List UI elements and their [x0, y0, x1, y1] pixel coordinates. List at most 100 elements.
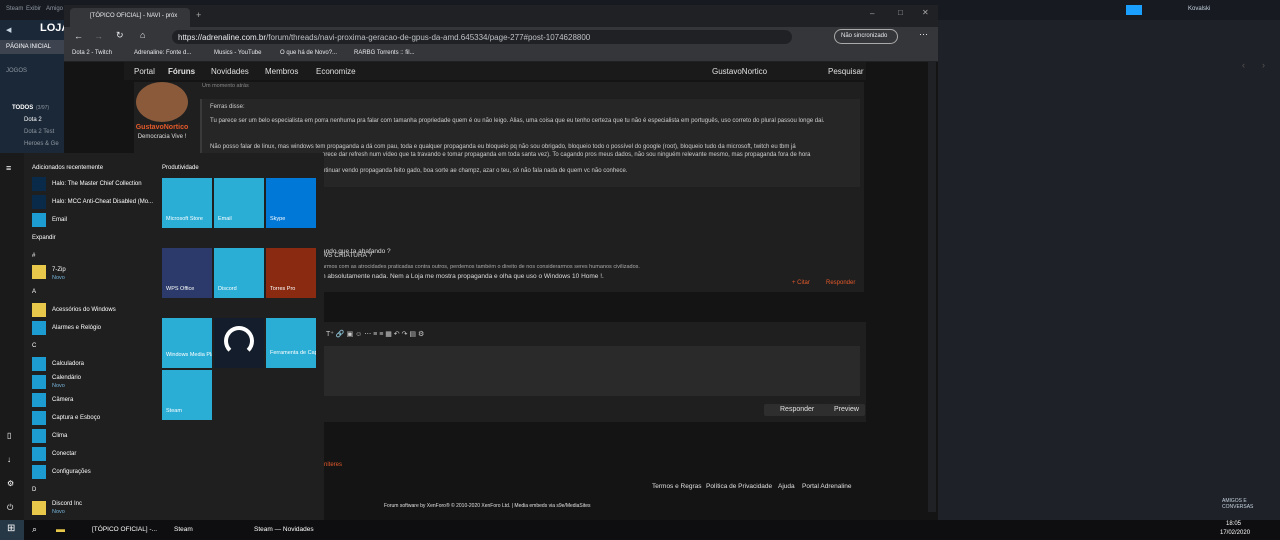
group-header[interactable]: C — [32, 343, 36, 349]
hamburger-icon[interactable]: ≡ — [6, 163, 11, 173]
back-arrow-icon[interactable]: ← — [74, 31, 83, 41]
documents-icon[interactable]: ▯ — [7, 431, 11, 440]
downloads-icon[interactable]: ↓ — [7, 455, 11, 464]
more-threads-link[interactable]: niteres — [324, 462, 342, 468]
steam-menu-steam[interactable]: Steam — [6, 6, 23, 12]
app-item[interactable]: Calendário — [52, 375, 81, 381]
favorite-link[interactable]: Musics - YouTube — [214, 50, 261, 56]
reply-post-button[interactable]: Responder — [826, 280, 855, 286]
footer-link[interactable]: Portal Adrenaline — [802, 483, 852, 490]
maximize-icon[interactable]: □ — [898, 8, 903, 17]
tile-wps-office[interactable]: WPS Office — [162, 248, 212, 298]
steam-all-label[interactable]: TODOS — [12, 105, 33, 111]
taskbar: ⊞ ⌕ ▬ [TÓPICO OFICIAL] -... Steam Steam … — [0, 520, 1280, 540]
tile-snipping-tool[interactable]: Ferramenta de Captura — [266, 318, 316, 368]
search-icon[interactable]: ⌕ — [32, 524, 37, 535]
nav-economize[interactable]: Economize — [316, 67, 356, 76]
quote-author[interactable]: Ferras disse: — [210, 103, 245, 111]
more-menu-icon[interactable]: ⋯ — [919, 29, 928, 40]
announce-icon[interactable] — [1126, 5, 1142, 15]
expand-button[interactable]: Expandir — [32, 235, 56, 241]
browser-toolbar: ← → ↻ ⌂ https://adrenaline.com.br/forum/… — [64, 27, 938, 47]
submit-reply-button[interactable]: Responder — [764, 404, 821, 416]
browser-tab[interactable]: [TÓPICO OFICIAL] - NAVI - próx — [70, 8, 190, 27]
tile-steam[interactable]: Steam — [162, 370, 212, 420]
app-item[interactable]: Acessórios do Windows — [52, 307, 116, 313]
forward-arrow-icon[interactable]: → — [94, 31, 103, 41]
taskbar-app[interactable]: Steam — [174, 526, 193, 533]
group-header[interactable]: D — [32, 487, 36, 493]
app-item[interactable]: Câmera — [52, 397, 73, 403]
tile-discord[interactable]: Discord — [214, 248, 264, 298]
sync-button[interactable]: Não sincronizado — [834, 29, 898, 44]
nav-news[interactable]: Novidades — [211, 67, 249, 76]
browser-scrollbar[interactable] — [928, 62, 936, 512]
chevron-left-icon[interactable]: ‹ — [1242, 60, 1245, 70]
app-badge: Novo — [52, 383, 65, 389]
nav-portal[interactable]: Portal — [134, 67, 155, 76]
tile-media-player[interactable]: Windows Media Player — [162, 318, 212, 368]
minimize-icon[interactable]: – — [870, 9, 874, 18]
taskbar-app[interactable]: [TÓPICO OFICIAL] -... — [92, 526, 157, 533]
favorite-link[interactable]: Dota 2 - Twitch — [72, 50, 112, 56]
tile-speedtest[interactable] — [214, 318, 264, 368]
power-icon[interactable]: ⏻ — [7, 503, 13, 513]
steam-game-item[interactable]: Dota 2 — [24, 117, 42, 123]
clock-date[interactable]: 17/02/2020 — [1220, 530, 1250, 536]
reply-textarea[interactable] — [322, 346, 860, 396]
app-item[interactable]: 7-Zip — [52, 267, 66, 273]
recent-app[interactable]: Halo: MCC Anti-Cheat Disabled (Mo... — [52, 199, 153, 205]
steam-game-item[interactable]: Heroes & Ge — [24, 141, 59, 147]
footer-link[interactable]: Termos e Regras — [652, 483, 702, 490]
tile-email[interactable]: Email — [214, 178, 264, 228]
steam-menu-friends[interactable]: Amigo — [46, 6, 63, 12]
gear-icon[interactable]: ⚙ — [7, 479, 14, 488]
recent-app[interactable]: Halo: The Master Chief Collection — [52, 181, 142, 187]
steam-game-item[interactable]: Dota 2 Test — [24, 129, 54, 135]
nav-forums[interactable]: Fóruns — [168, 67, 195, 76]
app-item[interactable]: Configurações — [52, 469, 91, 475]
footer-link[interactable]: Política de Privacidade — [706, 483, 772, 490]
camera-icon — [32, 393, 46, 407]
nav-members[interactable]: Membros — [265, 67, 298, 76]
friends-chat-button[interactable]: AMIGOS E CONVERSAS — [1222, 498, 1256, 510]
windows-start-icon[interactable]: ⊞ — [0, 520, 24, 540]
post-author[interactable]: GustavoNortico — [134, 124, 190, 131]
favorite-link[interactable]: Adrenaline: Fonte d... — [134, 50, 191, 56]
group-header[interactable]: A — [32, 289, 36, 295]
quote-post-button[interactable]: + Citar — [792, 280, 810, 286]
app-item[interactable]: Captura e Esboço — [52, 415, 100, 421]
steam-home-button[interactable]: PÁGINA INICIAL — [0, 40, 64, 54]
tile-torres-pro[interactable]: Torres Pro — [266, 248, 316, 298]
favorite-link[interactable]: O que há de Novo?... — [280, 50, 337, 56]
tile-microsoft-store[interactable]: Microsoft Store — [162, 178, 212, 228]
new-tab-icon[interactable]: + — [196, 10, 201, 20]
steam-menu-view[interactable]: Exibir — [26, 6, 41, 12]
taskbar-app[interactable]: Steam — Novidades — [254, 526, 314, 533]
app-item[interactable]: Calculadora — [52, 361, 84, 367]
user-menu[interactable]: GustavoNortico — [712, 67, 767, 76]
steam-games-label[interactable]: JOGOS — [6, 68, 27, 74]
steam-username[interactable]: Kovalski — [1188, 6, 1210, 12]
app-item[interactable]: Alarmes e Relógio — [52, 325, 101, 331]
app-item[interactable]: Conectar — [52, 451, 76, 457]
recent-app[interactable]: Email — [52, 217, 67, 223]
favorite-link[interactable]: RARBG Torrents :: fil... — [354, 50, 415, 56]
avatar[interactable] — [136, 82, 188, 122]
footer-link[interactable]: Ajuda — [778, 483, 795, 490]
close-icon[interactable]: ✕ — [922, 8, 929, 17]
tile-skype[interactable]: Skype — [266, 178, 316, 228]
file-explorer-icon[interactable]: ▬ — [56, 524, 65, 534]
refresh-icon[interactable]: ↻ — [116, 30, 124, 41]
home-icon[interactable]: ⌂ — [140, 30, 145, 40]
chevron-right-icon[interactable]: › — [1262, 60, 1265, 70]
group-header[interactable]: # — [32, 253, 35, 259]
address-bar[interactable]: https://adrenaline.com.br/forum/threads/… — [172, 30, 792, 44]
back-icon[interactable]: ◀ — [6, 26, 11, 34]
editor-toolbar-icons[interactable]: T⁺ 🔗 ▣ ☺ ⋯ ≡ ≡ ▦ ↶ ↷ ▤ ⚙ — [326, 330, 424, 338]
preview-button[interactable]: Preview — [818, 404, 865, 416]
app-item[interactable]: Discord Inc — [52, 501, 82, 507]
app-item[interactable]: Clima — [52, 433, 67, 439]
search-link[interactable]: Pesquisar — [828, 67, 864, 76]
clock-time[interactable]: 18:05 — [1226, 521, 1241, 527]
